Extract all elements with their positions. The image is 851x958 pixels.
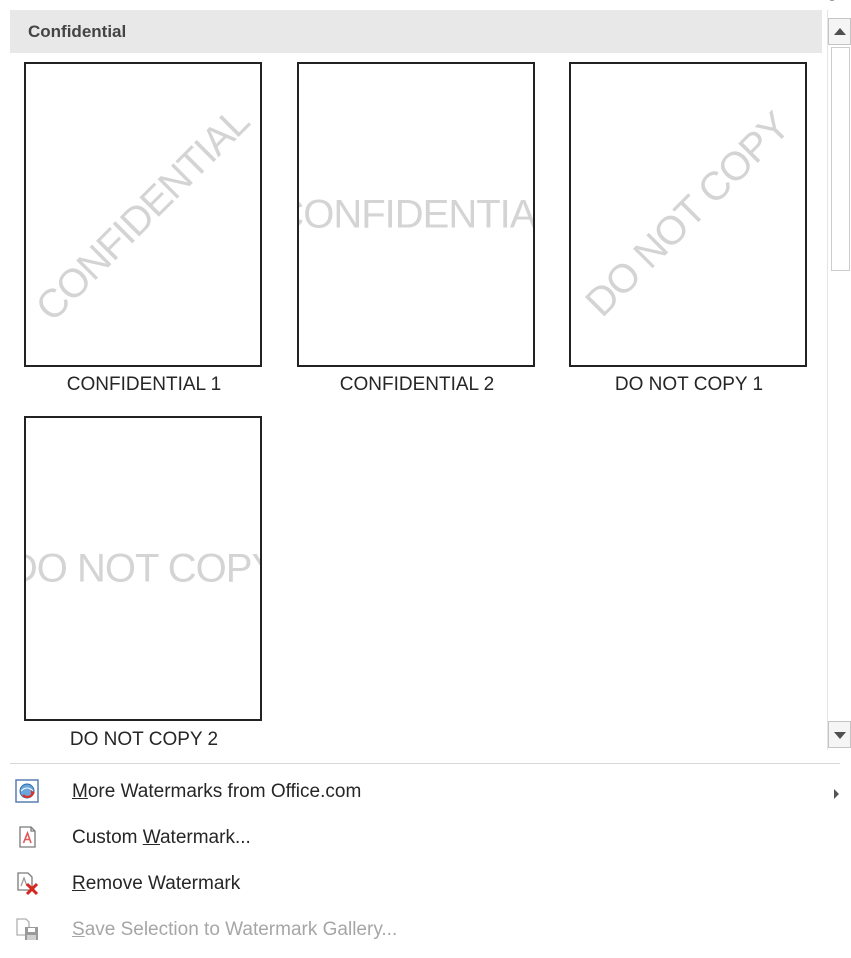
watermark-text: DO NOT COPY (577, 103, 799, 325)
tile-caption: DO NOT COPY 2 (69, 729, 219, 750)
watermark-preview-page: DO NOT COPY (569, 62, 807, 367)
menu-item-custom-watermark[interactable]: Custom Watermark... (0, 818, 851, 862)
section-header: Confidential (10, 10, 822, 53)
watermark-text: CONFIDENTIAL (299, 192, 535, 236)
gallery-scrollbar[interactable] (827, 10, 851, 750)
menu-label: Remove Watermark (72, 873, 241, 894)
menu-label: More Watermarks from Office.com (72, 781, 362, 802)
scroll-up-button[interactable] (828, 18, 851, 45)
submenu-arrow-icon (834, 789, 839, 799)
scroll-thumb[interactable] (831, 47, 850, 271)
tile-caption: DO NOT COPY 1 (614, 374, 764, 395)
menu-item-more-watermarks[interactable]: More Watermarks from Office.com (0, 772, 851, 816)
scroll-down-button[interactable] (828, 721, 851, 748)
tile-caption: CONFIDENTIAL 2 (339, 374, 495, 395)
menu-item-save-selection: Save Selection to Watermark Gallery... (0, 910, 851, 954)
menu-label: Custom Watermark... (72, 827, 251, 848)
tile-caption: CONFIDENTIAL 1 (66, 374, 222, 395)
watermark-document-icon (14, 824, 40, 850)
menu-separator (10, 763, 840, 764)
watermark-preview-page: CONFIDENTIAL (24, 62, 262, 367)
remove-watermark-icon (14, 870, 40, 896)
watermark-preview-page: DO NOT COPY (24, 416, 262, 721)
menu-item-remove-watermark[interactable]: Remove Watermark (0, 864, 851, 908)
watermark-text: CONFIDENTIAL (27, 99, 258, 330)
watermark-text: DO NOT COPY (26, 546, 260, 590)
menu-label: Save Selection to Watermark Gallery... (72, 919, 398, 940)
globe-refresh-icon (14, 778, 40, 804)
save-gallery-icon (14, 916, 40, 942)
watermark-preview-page: CONFIDENTIAL (297, 62, 535, 367)
